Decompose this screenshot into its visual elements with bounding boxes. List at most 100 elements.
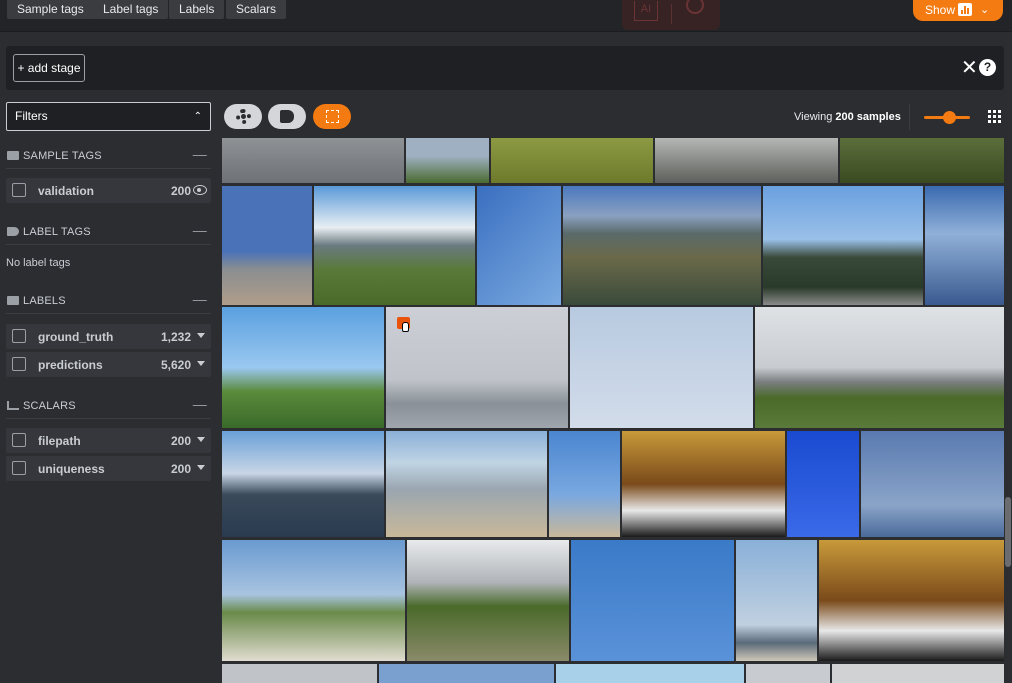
grid-icon[interactable] bbox=[988, 110, 1001, 123]
gear-icon bbox=[236, 109, 251, 124]
caret-down-icon[interactable] bbox=[197, 333, 205, 338]
sample-thumbnail[interactable] bbox=[491, 138, 653, 183]
checkbox[interactable] bbox=[12, 329, 26, 343]
section-scalars[interactable]: SCALARS — bbox=[6, 396, 211, 416]
tab-labels[interactable]: Labels bbox=[169, 0, 225, 19]
viewing-prefix: Viewing bbox=[794, 111, 833, 123]
section-label-tags[interactable]: LABEL TAGS — bbox=[6, 222, 211, 242]
tab-scalars[interactable]: Scalars bbox=[226, 0, 287, 19]
select-icon bbox=[326, 110, 339, 123]
sample-thumbnail[interactable] bbox=[407, 540, 569, 661]
divider bbox=[6, 244, 211, 245]
sample-thumbnail[interactable] bbox=[222, 431, 384, 537]
checkbox[interactable] bbox=[12, 357, 26, 371]
sample-thumbnail[interactable] bbox=[746, 664, 830, 683]
selection-button[interactable] bbox=[313, 104, 351, 129]
tag-button[interactable] bbox=[268, 104, 306, 129]
sample-thumbnail[interactable] bbox=[556, 664, 744, 683]
tag-icon bbox=[280, 110, 294, 123]
caret-down-icon[interactable] bbox=[197, 437, 205, 442]
ghost-divider bbox=[671, 4, 672, 24]
filter-row-validation[interactable]: validation 200 bbox=[6, 178, 211, 203]
checkbox[interactable] bbox=[12, 183, 26, 197]
filters-dropdown[interactable]: Filters ⌃ bbox=[6, 102, 211, 131]
divider bbox=[6, 168, 211, 169]
show-button[interactable]: Show ⌄ bbox=[913, 0, 1003, 21]
sample-grid bbox=[222, 138, 1004, 683]
section-title: LABELS bbox=[23, 295, 66, 307]
section-sample-tags[interactable]: SAMPLE TAGS — bbox=[6, 146, 211, 166]
filter-name: predictions bbox=[38, 358, 103, 372]
section-labels[interactable]: LABELS — bbox=[6, 291, 211, 311]
scrollbar[interactable] bbox=[1005, 497, 1011, 567]
sample-thumbnail[interactable] bbox=[549, 431, 620, 537]
divider bbox=[6, 313, 211, 314]
sample-thumbnail[interactable] bbox=[386, 431, 547, 537]
close-icon[interactable]: ✕ bbox=[961, 58, 978, 78]
sample-thumbnail[interactable] bbox=[222, 186, 312, 305]
collapse-icon[interactable]: — bbox=[193, 146, 207, 162]
sample-thumbnail[interactable] bbox=[755, 307, 1004, 428]
sample-thumbnail[interactable] bbox=[563, 186, 761, 305]
sample-thumbnail[interactable] bbox=[222, 138, 404, 183]
sample-thumbnail[interactable] bbox=[406, 138, 489, 183]
eye-icon[interactable] bbox=[193, 185, 207, 195]
ai-search-icon[interactable]: AI bbox=[634, 1, 658, 21]
sample-thumbnail[interactable] bbox=[763, 186, 923, 305]
caret-down-icon[interactable] bbox=[197, 361, 205, 366]
divider bbox=[6, 418, 211, 419]
filter-name: uniqueness bbox=[38, 462, 105, 476]
sample-thumbnail[interactable] bbox=[477, 186, 561, 305]
tag-folder-icon bbox=[7, 151, 19, 160]
chevron-up-icon: ⌃ bbox=[193, 111, 202, 122]
sample-thumbnail[interactable] bbox=[386, 307, 568, 428]
add-stage-button[interactable]: + add stage bbox=[13, 54, 85, 82]
help-icon[interactable]: ? bbox=[979, 59, 996, 76]
chevron-down-icon: ⌄ bbox=[980, 4, 990, 16]
zoom-slider-handle[interactable] bbox=[943, 111, 956, 124]
filter-row-uniqueness[interactable]: uniqueness 200 bbox=[6, 456, 211, 481]
sample-thumbnail[interactable] bbox=[314, 186, 475, 305]
collapse-icon[interactable]: — bbox=[193, 222, 207, 238]
bar-chart-icon bbox=[958, 3, 972, 16]
sample-thumbnail[interactable] bbox=[655, 138, 838, 183]
filter-row-filepath[interactable]: filepath 200 bbox=[6, 428, 211, 453]
tab-sample-tags[interactable]: Sample tags bbox=[7, 0, 94, 19]
sample-thumbnail[interactable] bbox=[571, 540, 734, 661]
filter-count: 200 bbox=[170, 184, 191, 198]
viewing-count: 200 samples bbox=[835, 111, 901, 123]
filter-row-predictions[interactable]: predictions 5,620 bbox=[6, 352, 211, 377]
collapse-icon[interactable]: — bbox=[193, 291, 207, 307]
settings-button[interactable] bbox=[224, 104, 262, 129]
filter-row-ground-truth[interactable]: ground_truth 1,232 bbox=[6, 324, 211, 349]
sample-thumbnail[interactable] bbox=[222, 540, 405, 661]
filter-count: 200 bbox=[170, 462, 191, 476]
filters-label: Filters bbox=[15, 109, 48, 123]
sample-thumbnail[interactable] bbox=[570, 307, 753, 428]
section-title: LABEL TAGS bbox=[23, 226, 91, 238]
sample-thumbnail[interactable] bbox=[840, 138, 1004, 183]
show-label: Show bbox=[925, 3, 956, 17]
top-bar: Sample tags Label tags Labels Scalars AI… bbox=[0, 0, 1012, 32]
caret-down-icon[interactable] bbox=[197, 465, 205, 470]
filter-name: ground_truth bbox=[38, 330, 114, 344]
collapse-icon[interactable]: — bbox=[193, 396, 207, 412]
sample-thumbnail[interactable] bbox=[622, 431, 785, 537]
sample-thumbnail[interactable] bbox=[222, 307, 384, 428]
filter-count: 5,620 bbox=[160, 358, 191, 372]
sidebar: Filters ⌃ SAMPLE TAGS — validation 200 L… bbox=[0, 96, 216, 683]
sample-thumbnail[interactable] bbox=[925, 186, 1004, 305]
tab-label-tags[interactable]: Label tags bbox=[93, 0, 169, 19]
sample-thumbnail[interactable] bbox=[861, 431, 1004, 537]
filter-name: filepath bbox=[38, 434, 81, 448]
sample-thumbnail[interactable] bbox=[736, 540, 817, 661]
sample-thumbnail[interactable] bbox=[222, 664, 377, 683]
sample-thumbnail[interactable] bbox=[819, 540, 1004, 661]
sample-thumbnail[interactable] bbox=[379, 664, 554, 683]
checkbox[interactable] bbox=[12, 433, 26, 447]
checkbox[interactable] bbox=[12, 461, 26, 475]
hand-cursor-icon bbox=[402, 322, 409, 332]
sample-thumbnail[interactable] bbox=[832, 664, 1004, 683]
view-bar: + add stage ✕ ? bbox=[6, 46, 1004, 90]
sample-thumbnail[interactable] bbox=[787, 431, 859, 537]
